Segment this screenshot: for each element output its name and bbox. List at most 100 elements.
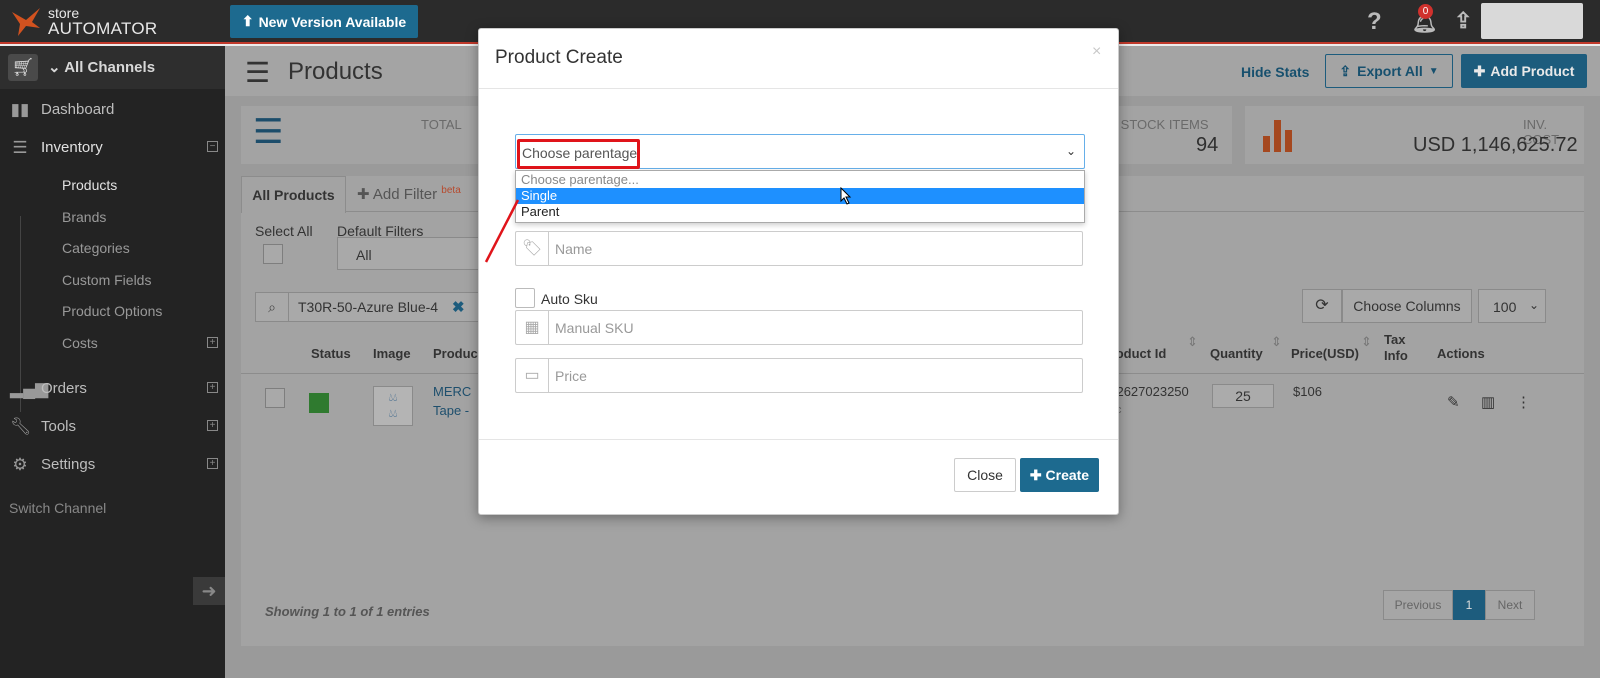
manual-sku-field[interactable]: ▦ Manual SKU: [515, 310, 1083, 345]
collapse-sidebar-icon[interactable]: ➜: [193, 577, 225, 605]
add-filter-tab[interactable]: ✚ Add Filter beta: [357, 185, 461, 203]
collapse-icon[interactable]: −: [207, 141, 218, 152]
auto-sku-checkbox[interactable]: [515, 288, 535, 308]
sidebar-item-inventory[interactable]: ☰ Inventory −: [0, 130, 225, 166]
sidebar-item-dashboard[interactable]: ▮▮ Dashboard: [0, 92, 225, 128]
chevron-down-icon: ⌄: [1066, 144, 1077, 158]
money-icon: ▭: [516, 359, 549, 392]
sidebar-item-label: Settings: [41, 456, 96, 473]
expand-icon[interactable]: +: [207, 420, 218, 431]
hide-stats-link[interactable]: Hide Stats: [1241, 64, 1309, 80]
chevron-down-icon: ⌄: [1529, 298, 1540, 312]
page-1-button[interactable]: 1: [1453, 590, 1485, 620]
choose-columns-button[interactable]: Choose Columns: [1342, 289, 1472, 323]
create-label: Create: [1045, 467, 1090, 483]
stat-value-inv-cost: USD 1,146,625.72: [1413, 134, 1578, 156]
tab-all-products[interactable]: All Products: [241, 176, 346, 213]
product-thumbnail[interactable]: 💧︎💧︎ 💧︎💧︎: [373, 386, 413, 426]
option-single[interactable]: Single: [516, 188, 1084, 204]
select-all-label: Select All: [255, 223, 313, 239]
close-button[interactable]: Close: [954, 458, 1016, 492]
bar-chart-icon: [1263, 120, 1292, 152]
column-header-image: Image: [373, 346, 411, 361]
column-header-quantity[interactable]: Quantity: [1210, 346, 1263, 361]
export-icon: ⇪: [1339, 62, 1352, 79]
sidebar-item-tools[interactable]: 🔧︎ Tools +: [0, 409, 225, 445]
user-menu[interactable]: [1481, 3, 1583, 39]
previous-button[interactable]: Previous: [1383, 590, 1453, 620]
parentage-dropdown: Choose parentage... Single Parent: [515, 170, 1085, 223]
store-automator-logo[interactable]: store AUTOMATOR: [6, 2, 157, 42]
column-header-status[interactable]: Status: [311, 346, 351, 361]
bird-logo-icon: [12, 8, 40, 36]
expand-icon[interactable]: +: [207, 337, 218, 348]
quantity-input[interactable]: 25: [1212, 384, 1274, 408]
sort-icon[interactable]: ⇕: [1271, 334, 1282, 350]
sort-icon[interactable]: ⇕: [1361, 334, 1372, 350]
per-page-select[interactable]: 100 ⌄: [1478, 289, 1546, 323]
create-button[interactable]: ✚ Create: [1020, 458, 1099, 492]
auto-sku-label[interactable]: Auto Sku: [541, 291, 598, 307]
notification-badge: 0: [1418, 4, 1433, 19]
more-icon[interactable]: ⋮: [1516, 393, 1531, 411]
bar-chart-icon: ▮▮: [10, 100, 30, 119]
sidebar-subitem-costs[interactable]: Costs: [62, 335, 98, 351]
export-all-label: Export All: [1357, 63, 1423, 79]
expand-icon[interactable]: +: [207, 382, 218, 393]
price-placeholder: Price: [555, 368, 587, 384]
product-name-link[interactable]: MERC: [433, 384, 471, 399]
modal-divider: [479, 439, 1118, 440]
stats-card-inv-cost: INV. COST USD 1,146,625.72: [1245, 106, 1584, 164]
refresh-icon[interactable]: ⟳: [1302, 289, 1342, 323]
price-value: $106: [1293, 384, 1322, 399]
stat-value-oos: 94: [1196, 134, 1219, 156]
sidebar-subitem-product-options[interactable]: Product Options: [62, 303, 162, 319]
help-icon[interactable]: ?: [1367, 8, 1382, 36]
sidebar-subitem-custom-fields[interactable]: Custom Fields: [62, 272, 151, 288]
close-icon[interactable]: ×: [1092, 43, 1101, 61]
edit-icon[interactable]: ✎: [1447, 393, 1460, 411]
hamburger-icon[interactable]: ☰: [245, 56, 270, 89]
next-button[interactable]: Next: [1485, 590, 1535, 620]
sidebar-subitem-categories[interactable]: Categories: [62, 240, 130, 256]
sidebar-subitem-brands[interactable]: Brands: [62, 209, 106, 225]
arrow-up-icon: ⬆: [241, 13, 254, 29]
price-field[interactable]: ▭ Price: [515, 358, 1083, 393]
caret-down-icon: ▼: [1428, 65, 1439, 77]
column-header-price[interactable]: Price(USD): [1291, 346, 1359, 361]
sidebar: 🛒︎ ⌄ All Channels ▮▮ Dashboard ☰ Invento…: [0, 46, 225, 678]
sidebar-item-label: Inventory: [41, 139, 103, 156]
sidebar-item-orders[interactable]: ▂▄▆ Orders +: [0, 371, 225, 407]
modal-title: Product Create: [495, 47, 623, 68]
select-all-checkbox[interactable]: [263, 244, 283, 264]
sort-icon[interactable]: ⇕: [1187, 334, 1198, 350]
expand-icon[interactable]: +: [207, 458, 218, 469]
default-filter-value: All: [356, 247, 372, 263]
column-header-actions: Actions: [1437, 346, 1485, 361]
stat-label-total: TOTAL: [421, 117, 462, 132]
switch-channel-link[interactable]: Switch Channel: [9, 500, 106, 516]
add-product-button[interactable]: ✚ Add Product: [1461, 54, 1587, 88]
plus-icon: ✚: [1473, 62, 1486, 79]
sidebar-item-settings[interactable]: ⚙ Settings +: [0, 447, 225, 483]
product-name-link[interactable]: Tape -: [433, 403, 469, 418]
sidebar-subitem-products[interactable]: Products: [62, 177, 117, 193]
entries-info: Showing 1 to 1 of 1 entries: [265, 604, 430, 619]
option-choose-parentage[interactable]: Choose parentage...: [516, 172, 1084, 188]
search-filter[interactable]: ⌕ T30R-50-Azure Blue-4 ✖: [255, 292, 487, 322]
row-checkbox[interactable]: [265, 388, 285, 408]
new-version-button[interactable]: ⬆ New Version Available: [230, 5, 418, 38]
option-parent[interactable]: Parent: [516, 204, 1084, 220]
upload-icon[interactable]: ⇪: [1454, 8, 1472, 34]
status-badge: [309, 393, 329, 413]
export-all-button[interactable]: ⇪ Export All ▼: [1325, 54, 1453, 88]
channel-selector[interactable]: 🛒︎ ⌄ All Channels: [0, 46, 225, 89]
highlight-annotation-box: [517, 139, 640, 169]
new-version-label: New Version Available: [258, 13, 407, 30]
name-field[interactable]: 🏷︎ Name: [515, 231, 1083, 266]
stats-icon[interactable]: ▥: [1481, 393, 1495, 411]
column-header-product[interactable]: Produc: [433, 346, 478, 361]
modal-divider: [479, 88, 1118, 89]
default-filters-select[interactable]: All: [337, 237, 479, 270]
clear-search-icon[interactable]: ✖: [452, 298, 465, 316]
